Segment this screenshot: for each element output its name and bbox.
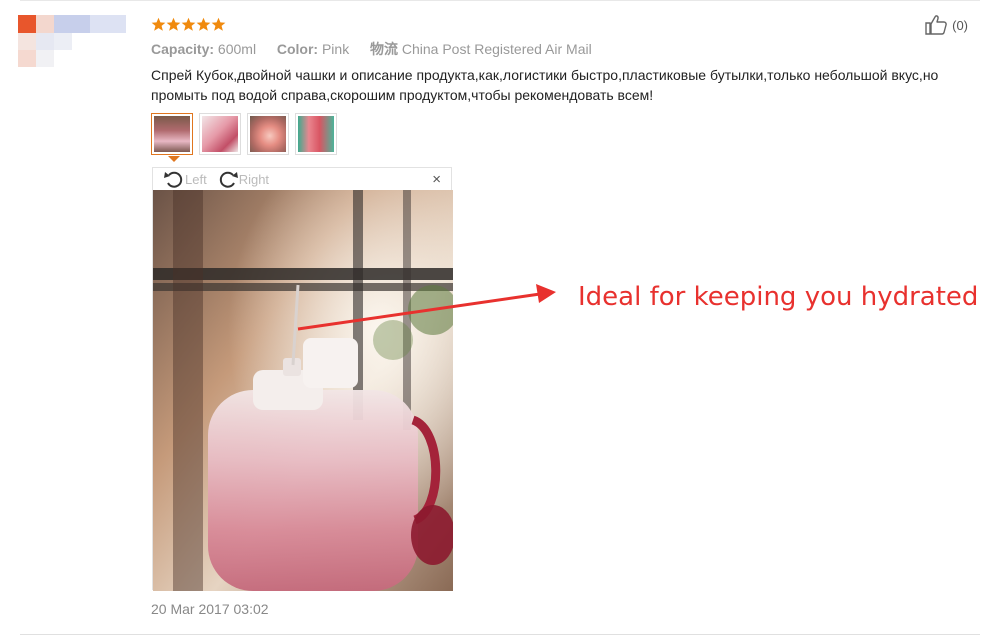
star-icon [181,17,196,31]
helpful-button[interactable]: (0) [924,14,968,36]
review-attributes: Capacity: 600ml Color: Pink 物流 China Pos… [151,39,592,59]
shipping-value: China Post Registered Air Mail [401,41,592,57]
avatar [18,15,128,67]
rotate-right-icon [219,171,238,188]
photo-thumbnails [151,113,337,155]
helpful-count: (0) [952,17,968,33]
capacity-label: Capacity: [151,41,215,57]
rotate-left-button[interactable]: Left [163,169,207,189]
shipping-label: 物流 [369,41,398,57]
photo-thumbnail[interactable] [247,113,289,155]
review-date: 20 Mar 2017 03:02 [151,601,269,617]
rotate-left-icon [164,171,183,188]
photo-thumbnail[interactable] [199,113,241,155]
viewer-toolbar: Left Right × [153,168,451,190]
star-icon [211,17,226,31]
color-value: Pink [321,41,350,57]
rotate-right-button[interactable]: Right [217,169,269,189]
top-divider [20,0,980,1]
rotate-right-label: Right [238,171,270,187]
product-photo [153,190,453,591]
star-icon [151,17,166,31]
photo-thumbnail[interactable] [151,113,193,155]
rotate-left-label: Left [185,171,207,187]
star-icon [166,17,181,31]
review-text: Спрей Кубок,двойной чашки и описание про… [151,67,939,103]
thumbs-up-icon [925,15,947,35]
close-icon[interactable]: × [432,171,441,188]
capacity-value: 600ml [217,41,257,57]
photo-viewer: Left Right × [152,167,453,591]
color-label: Color: [276,41,319,57]
bottom-divider [20,634,980,635]
photo-thumbnail[interactable] [295,113,337,155]
star-icon [196,17,211,31]
annotation-label: Ideal for keeping you hydrated [578,282,979,312]
star-rating [151,14,226,34]
selected-thumbnail-caret [168,156,180,162]
